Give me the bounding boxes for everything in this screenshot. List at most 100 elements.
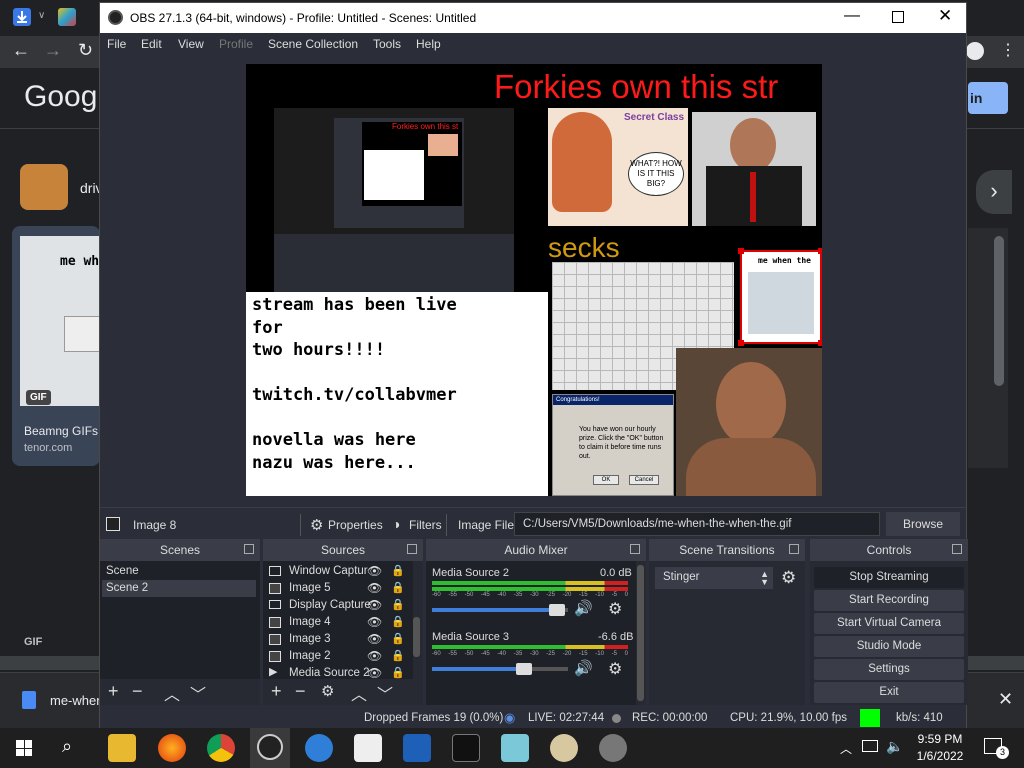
menu-help[interactable]: Help	[416, 37, 441, 51]
transition-select[interactable]: Stinger ▲ ▼	[655, 567, 773, 589]
gear-icon[interactable]: ⚙	[310, 516, 323, 534]
chrome-menu-icon[interactable]: ⋮	[1000, 40, 1016, 60]
transition-gear-icon[interactable]: ⚙	[781, 568, 796, 588]
speaker-icon[interactable]: 🔊	[574, 599, 593, 617]
rock-suit-image-source[interactable]	[692, 112, 816, 226]
settings-button[interactable]: Settings	[814, 659, 964, 680]
move-up-icon[interactable]: ︿	[351, 681, 367, 705]
comic-image-source[interactable]: Secret Class WHAT?! HOW IS IT THIS BIG?	[548, 108, 688, 226]
image-file-path-input[interactable]: C:/Users/VM5/Downloads/me-when-the-when-…	[514, 512, 880, 536]
photos-icon[interactable]	[354, 734, 382, 762]
preview-canvas[interactable]: Forkies own this st Forkies own this str…	[246, 64, 822, 496]
menu-view[interactable]: View	[178, 37, 204, 51]
maximize-icon[interactable]	[892, 11, 904, 23]
move-down-icon[interactable]: ﹀	[190, 681, 206, 705]
close-download-bar-icon[interactable]: ✕	[998, 689, 1013, 710]
filters-button[interactable]: Filters	[409, 518, 442, 532]
properties-button[interactable]: Properties	[328, 518, 383, 532]
menu-scene-collection[interactable]: Scene Collection	[268, 37, 358, 51]
exit-button[interactable]: Exit	[814, 682, 964, 703]
source-item[interactable]: Image 2	[265, 648, 409, 665]
volume-muted-icon[interactable]: 🔈	[886, 738, 903, 755]
dock-float-icon[interactable]	[244, 544, 254, 554]
source-item[interactable]: Image 3	[265, 631, 409, 648]
channel-gear-icon[interactable]: ⚙	[608, 659, 622, 679]
source-item[interactable]: Display Capture	[265, 597, 409, 614]
forward-icon[interactable]: →	[44, 40, 62, 61]
source-item[interactable]: Window Captur	[265, 563, 409, 580]
menu-profile[interactable]: Profile	[219, 37, 253, 51]
start-virtual-camera-button[interactable]: Start Virtual Camera	[814, 613, 964, 634]
sources-scrollbar[interactable]	[413, 617, 420, 657]
add-scene-icon[interactable]: +	[108, 681, 119, 702]
remove-scene-icon[interactable]: −	[132, 681, 143, 702]
channel-gear-icon[interactable]: ⚙	[608, 599, 622, 619]
paint-icon[interactable]	[550, 734, 578, 762]
windows-start-icon[interactable]	[16, 740, 32, 756]
resize-handle[interactable]	[738, 340, 744, 346]
stop-streaming-button[interactable]: Stop Streaming	[814, 567, 964, 588]
add-source-icon[interactable]: +	[271, 681, 282, 702]
start-recording-button[interactable]: Start Recording	[814, 590, 964, 611]
sign-in-button[interactable]: in	[968, 82, 1008, 114]
rock-gym-image-source[interactable]	[676, 348, 822, 496]
browse-button[interactable]: Browse	[886, 512, 960, 536]
file-explorer-icon[interactable]	[108, 734, 136, 762]
mixer-scrollbar[interactable]	[637, 565, 644, 701]
tray-chevron-icon[interactable]: ︿	[840, 740, 852, 757]
source-item[interactable]: Media Source 2	[265, 665, 409, 682]
dock-float-icon[interactable]	[789, 544, 799, 554]
gif-result-card[interactable]: me wh GIF Beamng GIFs tenor.com	[12, 226, 108, 466]
text-source[interactable]: stream has been live for two hours!!!! t…	[246, 292, 548, 496]
chrome-icon[interactable]	[207, 734, 235, 762]
close-icon[interactable]: ✕	[938, 6, 952, 26]
dock-float-icon[interactable]	[407, 544, 417, 554]
result-thumbnail[interactable]	[20, 164, 68, 210]
visibility-eye-icons[interactable]: 👁 👁 👁 👁 👁 👁 👁	[367, 563, 382, 682]
volume-slider-track[interactable]	[432, 663, 568, 675]
back-icon[interactable]: ←	[12, 40, 30, 61]
dock-float-icon[interactable]	[952, 544, 962, 554]
reload-icon[interactable]: ↻	[78, 40, 93, 61]
source-item[interactable]: Image 5	[265, 580, 409, 597]
remove-source-icon[interactable]: −	[295, 681, 306, 702]
app-icon[interactable]	[501, 734, 529, 762]
settings-gear-app-icon[interactable]	[599, 734, 627, 762]
source-properties-gear-icon[interactable]: ⚙	[321, 682, 334, 700]
page-scrollbar[interactable]	[994, 236, 1004, 386]
volume-slider-knob[interactable]	[516, 663, 533, 675]
next-arrow-icon[interactable]: ›	[976, 170, 1012, 214]
qbittorrent-icon[interactable]	[305, 734, 333, 762]
studio-mode-button[interactable]: Studio Mode	[814, 636, 964, 657]
congrats-popup-source[interactable]: Congratulations! You have won our hourly…	[552, 394, 674, 496]
dock-float-icon[interactable]	[630, 544, 640, 554]
scene-item[interactable]: Scene	[102, 563, 256, 580]
tab-favicon-icon[interactable]	[58, 8, 76, 26]
move-down-icon[interactable]: ﹀	[377, 681, 393, 705]
volume-slider-knob[interactable]	[549, 604, 566, 616]
resize-handle[interactable]	[818, 248, 822, 254]
me-when-the-source-selected[interactable]: me when the	[738, 248, 822, 346]
terminal-icon[interactable]	[452, 734, 480, 762]
download-filename[interactable]: me-when	[50, 693, 103, 708]
preview-area[interactable]: Forkies own this st Forkies own this str…	[100, 57, 966, 507]
tab-chevron-icon[interactable]: ∨	[38, 10, 45, 21]
lock-icons[interactable]: 🔒 🔒 🔒 🔒 🔒 🔒 🔒	[391, 563, 405, 682]
minimize-icon[interactable]: —	[844, 7, 860, 25]
card-title[interactable]: Beamng GIFs	[24, 424, 98, 438]
resize-handle[interactable]	[818, 340, 822, 346]
source-item[interactable]: Image 4	[265, 614, 409, 631]
firefox-icon[interactable]	[158, 734, 186, 762]
media-player-icon[interactable]	[403, 734, 431, 762]
search-icon[interactable]: ⌕	[62, 736, 72, 757]
profile-avatar-icon[interactable]	[966, 42, 984, 60]
menu-edit[interactable]: Edit	[141, 37, 162, 51]
menu-file[interactable]: File	[107, 37, 126, 51]
download-tab-icon[interactable]	[13, 8, 31, 26]
clock-time[interactable]: 9:59 PM	[910, 732, 970, 746]
speaker-icon[interactable]: 🔊	[574, 659, 593, 677]
resize-handle[interactable]	[738, 248, 744, 254]
obs-taskbar-active[interactable]	[250, 728, 290, 768]
move-up-icon[interactable]: ︿	[164, 681, 180, 705]
menu-tools[interactable]: Tools	[373, 37, 401, 51]
